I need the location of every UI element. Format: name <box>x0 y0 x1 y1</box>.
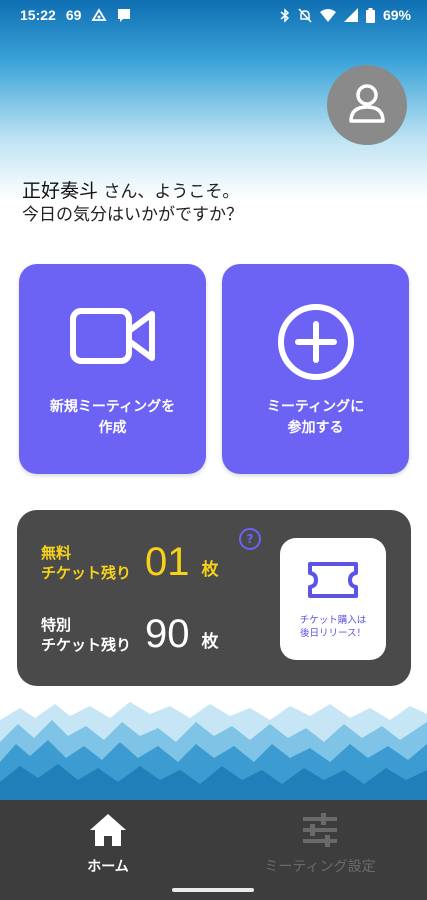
nav-home-label: ホーム <box>87 859 129 875</box>
create-meeting-label-line1: 新規ミーティングを <box>49 399 176 415</box>
status-extra-number: 69 <box>65 7 82 23</box>
greeting-suffix: さん、ようこそ。 <box>98 182 240 202</box>
nav-meeting-settings-tab[interactable]: ミーティング設定 <box>245 812 395 876</box>
special-ticket-labels: 特別 チケット残り <box>41 615 131 655</box>
join-meeting-label: ミーティングに 参加する <box>222 397 409 439</box>
free-ticket-remaining-label: チケット残り <box>41 563 132 582</box>
nav-home-tab[interactable]: ホーム <box>33 812 183 876</box>
home-icon <box>88 814 128 852</box>
special-ticket-row: 特別 チケット残り 90 枚 <box>41 612 219 657</box>
signal-icon <box>343 8 358 22</box>
user-icon <box>348 83 386 127</box>
special-ticket-count: 90 <box>145 612 190 656</box>
special-ticket-remaining-label: チケット残り <box>41 635 132 654</box>
join-meeting-label-line2: 参加する <box>287 420 344 436</box>
create-meeting-button[interactable]: 新規ミーティングを 作成 <box>19 264 206 474</box>
mountains-illustration <box>0 702 427 802</box>
free-ticket-unit: 枚 <box>201 560 219 580</box>
special-ticket-title: 特別 <box>41 615 72 634</box>
ticket-panel: 無料 チケット残り 01 枚 ? 特別 チケット残り 90 枚 チケット購入は … <box>17 510 411 686</box>
notification-icon <box>91 8 107 22</box>
battery-percent: 69% <box>382 7 411 23</box>
greeting-line-1: 正好奏斗 さん、ようこそ。 <box>22 180 243 204</box>
mute-icon <box>298 7 312 23</box>
purchase-note-line2: 後日リリース！ <box>299 628 367 639</box>
purchase-note-line1: チケット購入は <box>299 615 367 626</box>
special-ticket-unit: 枚 <box>201 632 219 652</box>
purchase-note: チケット購入は 後日リリース！ <box>280 614 386 640</box>
bluetooth-icon <box>280 7 290 23</box>
battery-icon <box>365 7 375 23</box>
profile-avatar-button[interactable] <box>327 65 407 145</box>
create-meeting-label: 新規ミーティングを 作成 <box>19 397 206 439</box>
wifi-icon <box>319 8 336 22</box>
create-meeting-label-line2: 作成 <box>98 420 127 436</box>
message-icon <box>117 8 131 22</box>
help-icon[interactable]: ? <box>239 528 261 550</box>
free-ticket-row: 無料 チケット残り 01 枚 <box>41 540 219 585</box>
video-camera-icon <box>69 306 156 370</box>
bottom-navigation: ホーム ミーティング設定 <box>0 800 427 900</box>
greeting: 正好奏斗 さん、ようこそ。 今日の気分はいかがですか？ <box>22 180 243 227</box>
free-ticket-count: 01 <box>145 540 190 584</box>
free-ticket-labels: 無料 チケット残り <box>41 543 131 583</box>
join-meeting-label-line1: ミーティングに <box>266 399 365 415</box>
sliders-icon <box>301 813 339 852</box>
user-name: 正好奏斗 <box>22 180 99 202</box>
gesture-home-bar[interactable] <box>172 888 254 892</box>
free-ticket-title: 無料 <box>41 543 72 562</box>
join-meeting-button[interactable]: ミーティングに 参加する <box>222 264 409 474</box>
nav-meeting-settings-label: ミーティング設定 <box>264 859 376 875</box>
status-time: 15:22 <box>20 7 56 23</box>
ticket-purchase-button[interactable]: チケット購入は 後日リリース！ <box>280 538 386 660</box>
plus-circle-icon <box>276 302 356 386</box>
status-bar: 15:22 69 69% <box>0 0 427 32</box>
greeting-line-2: 今日の気分はいかがですか？ <box>22 205 243 225</box>
ticket-icon <box>304 560 362 604</box>
